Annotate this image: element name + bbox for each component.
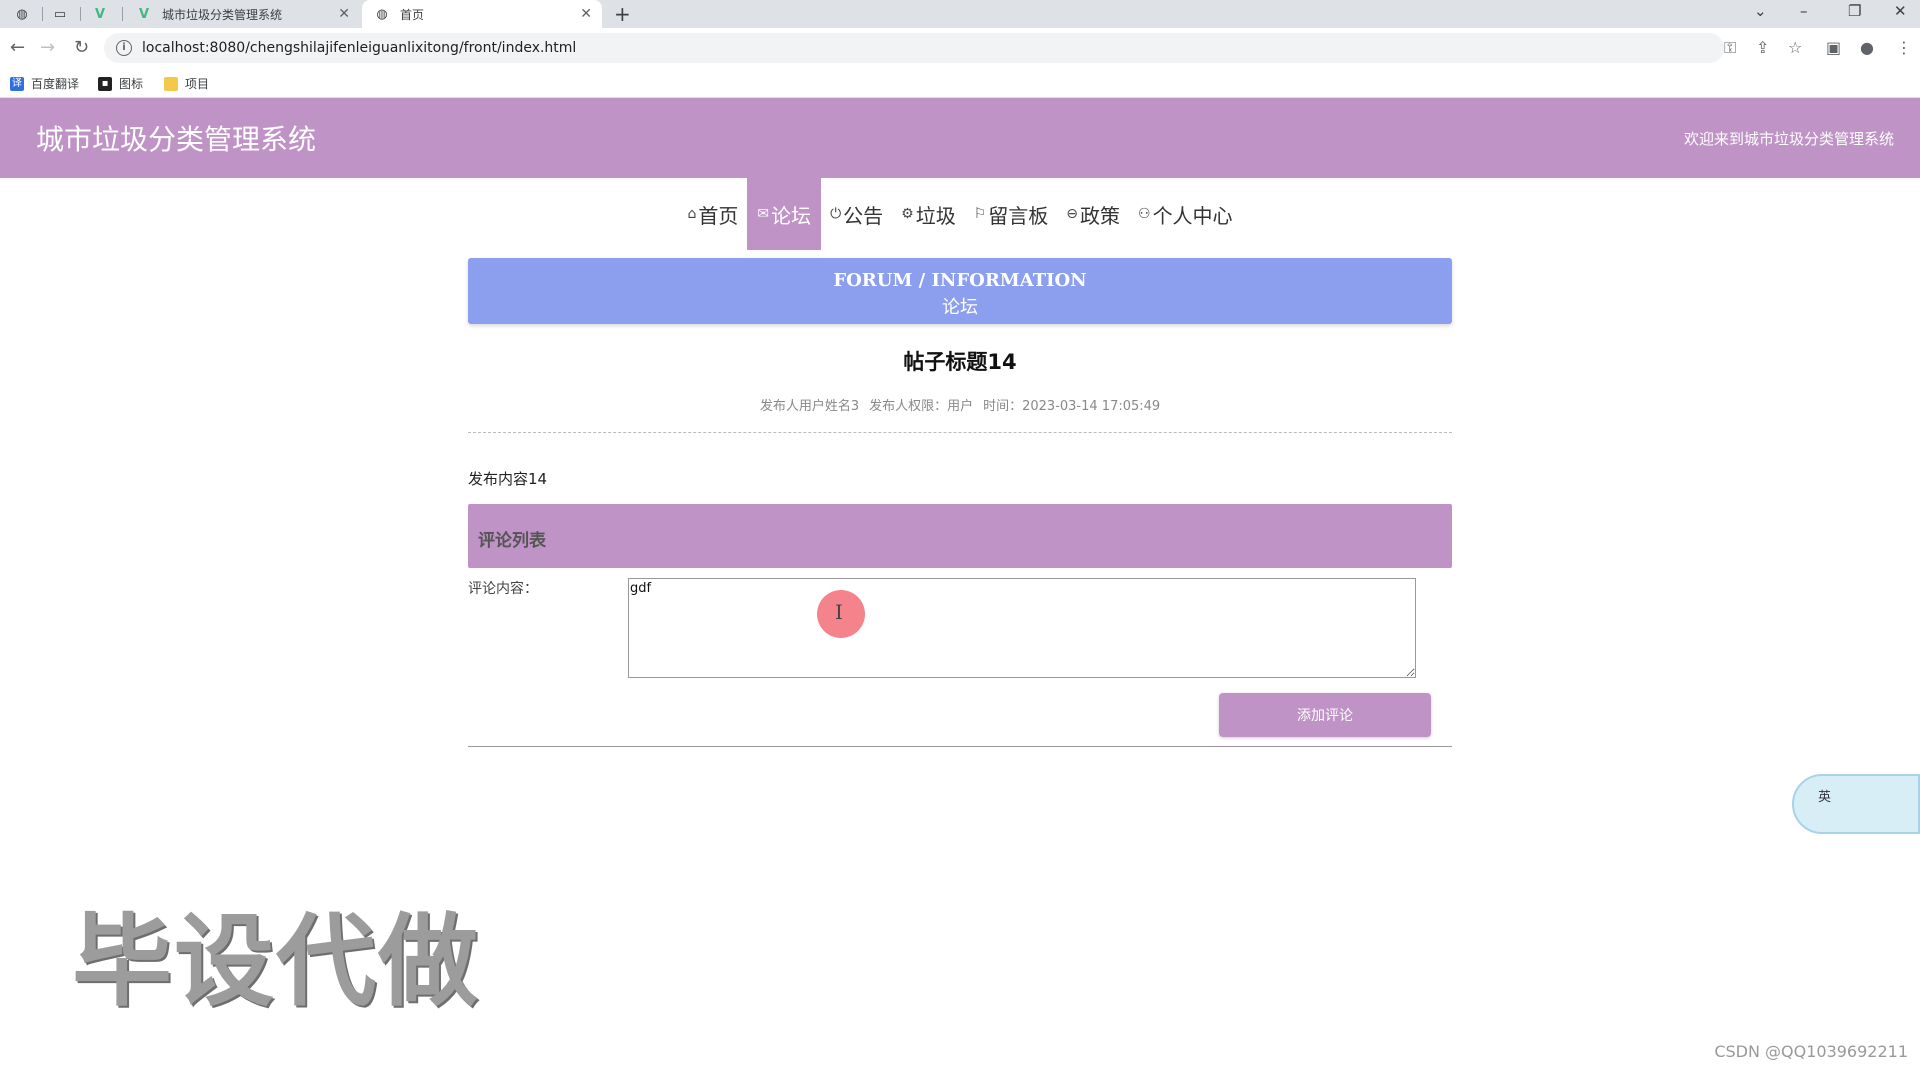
- gear-icon: ⚙: [901, 206, 914, 222]
- window-close-icon[interactable]: ✕: [1894, 2, 1907, 20]
- nav-label: 留言板: [988, 203, 1049, 228]
- vue-icon: V: [138, 6, 150, 22]
- tab-separator: [122, 7, 123, 21]
- forward-icon[interactable]: →: [40, 37, 55, 58]
- share-icon[interactable]: ⇪: [1756, 38, 1769, 57]
- tab-pinned-2[interactable]: ▭: [52, 0, 76, 28]
- divider: [468, 746, 1452, 747]
- key-icon[interactable]: ⚿: [1724, 38, 1736, 58]
- nav-label: 首页: [698, 203, 739, 228]
- browser-toolbar: ← → ↻ i localhost:8080/chengshilajifenle…: [0, 28, 1920, 68]
- tab-title: 城市垃圾分类管理系统: [162, 7, 283, 22]
- side-panel-icon[interactable]: ▣: [1826, 38, 1841, 57]
- post-role: 发布人权限：用户: [869, 399, 974, 414]
- blank-page-icon: ▭: [53, 6, 67, 22]
- post-title: 帖子标题14: [903, 350, 1017, 374]
- menu-icon[interactable]: ⋮: [1896, 38, 1912, 57]
- section-banner: FORUM / INFORMATION 论坛: [468, 258, 1452, 324]
- post-time: 时间：2023-03-14 17:05:49: [983, 399, 1161, 414]
- mail-icon: ✉: [757, 206, 770, 222]
- globe-icon: ◍: [16, 6, 28, 22]
- browser-tab-bar: ◍ ▭ V V 城市垃圾分类管理系统 ✕ ◍ 首页 ✕ + ⌄ – ❐ ✕: [0, 0, 1920, 28]
- comment-input[interactable]: [628, 578, 1416, 678]
- tab-home[interactable]: ◍ 首页 ✕: [362, 0, 602, 28]
- ime-widget[interactable]: 英: [1792, 774, 1920, 834]
- address-text: localhost:8080/chengshilajifenleiguanlix…: [142, 40, 577, 56]
- site-header: 城市垃圾分类管理系统 欢迎来到城市垃圾分类管理系统: [0, 98, 1920, 178]
- globe-icon: ◍: [376, 6, 388, 22]
- profile-icon[interactable]: ●: [1860, 38, 1874, 57]
- tab-system[interactable]: V 城市垃圾分类管理系统 ✕: [130, 0, 360, 28]
- minimize-icon[interactable]: –: [1800, 2, 1808, 20]
- nav-garbage[interactable]: ⚙ 垃圾: [892, 178, 965, 250]
- bookmark-label: 项目: [185, 77, 210, 91]
- nav-policy[interactable]: ⊖ 政策: [1057, 178, 1129, 250]
- comment-list-header: 评论列表: [468, 504, 1452, 568]
- bookmark-item[interactable]: 项目: [164, 75, 209, 92]
- new-tab-icon[interactable]: +: [614, 2, 631, 26]
- text-cursor-icon: I: [835, 600, 843, 624]
- reload-icon[interactable]: ↻: [74, 37, 89, 58]
- address-bar[interactable]: i localhost:8080/chengshilajifenleiguanl…: [104, 33, 1724, 63]
- bookmark-item[interactable]: ▪ 图标: [98, 75, 143, 92]
- comment-list-title: 评论列表: [478, 531, 546, 551]
- vue-icon: V: [94, 6, 106, 22]
- nav-label: 论坛: [771, 203, 812, 228]
- restore-icon[interactable]: ❐: [1848, 2, 1861, 20]
- bookmarks-bar: 译 百度翻译 ▪ 图标 项目: [0, 68, 1920, 98]
- watermark: 毕设代做: [72, 903, 480, 1020]
- close-icon[interactable]: ✕: [580, 6, 592, 22]
- add-comment-button[interactable]: 添加评论: [1219, 693, 1431, 737]
- post-content: 发布内容14: [468, 470, 548, 488]
- nav-label: 垃圾: [915, 203, 956, 228]
- folder-icon: [164, 76, 178, 91]
- credit-text: CSDN @QQ1039692211: [1714, 1042, 1908, 1061]
- nav-forum[interactable]: ✉ 论坛: [747, 178, 822, 250]
- nav-home[interactable]: ⌂ 首页: [678, 178, 747, 250]
- user-icon: ⚇: [1138, 206, 1151, 222]
- divider: [468, 432, 1452, 433]
- nav-label: 公告: [843, 203, 884, 228]
- comment-label: 评论内容：: [468, 581, 538, 597]
- banner-title-cn: 论坛: [942, 297, 978, 318]
- bookmark-label: 百度翻译: [31, 77, 80, 91]
- cursor-highlight: I: [817, 590, 865, 638]
- translate-icon: 译: [10, 76, 24, 91]
- tab-separator: [42, 7, 43, 21]
- site-info-icon[interactable]: i: [116, 40, 132, 56]
- close-icon[interactable]: ✕: [338, 6, 350, 22]
- bookmark-label: 图标: [119, 77, 144, 91]
- tab-pinned-3[interactable]: V: [92, 0, 116, 28]
- nav-label: 个人中心: [1152, 203, 1233, 228]
- nav-label: 政策: [1080, 203, 1120, 228]
- post-author: 发布人用户姓名3: [759, 399, 860, 414]
- flag-icon: ⚐: [973, 206, 987, 222]
- back-icon[interactable]: ←: [10, 37, 25, 58]
- main-nav: ⌂ 首页 ✉ 论坛 ⏻ 公告 ⚙ 垃圾 ⚐ 留言板 ⊖ 政策 ⚇ 个人中心: [0, 178, 1920, 250]
- tab-separator: [80, 7, 81, 21]
- power-icon: ⏻: [830, 206, 842, 222]
- nav-personal-center[interactable]: ⚇ 个人中心: [1129, 178, 1242, 250]
- site-title: 城市垃圾分类管理系统: [36, 123, 317, 156]
- tab-pinned-1[interactable]: ◍: [14, 0, 38, 28]
- star-icon[interactable]: ☆: [1788, 38, 1802, 57]
- banner-title-en: FORUM / INFORMATION: [833, 270, 1087, 291]
- bookmark-item[interactable]: 译 百度翻译: [10, 75, 79, 92]
- policy-icon: ⊖: [1066, 206, 1078, 222]
- ime-label: 英: [1818, 790, 1832, 805]
- nav-announcement[interactable]: ⏻ 公告: [821, 178, 892, 250]
- tab-title: 首页: [400, 7, 425, 22]
- picture-icon: ▪: [98, 76, 112, 91]
- nav-message-board[interactable]: ⚐ 留言板: [965, 178, 1058, 250]
- home-icon: ⌂: [687, 206, 697, 222]
- welcome-text: 欢迎来到城市垃圾分类管理系统: [1683, 130, 1894, 148]
- tab-search-icon[interactable]: ⌄: [1754, 2, 1767, 20]
- post-meta: 发布人用户姓名3 发布人权限：用户 时间：2023-03-14 17:05:49: [468, 395, 1452, 414]
